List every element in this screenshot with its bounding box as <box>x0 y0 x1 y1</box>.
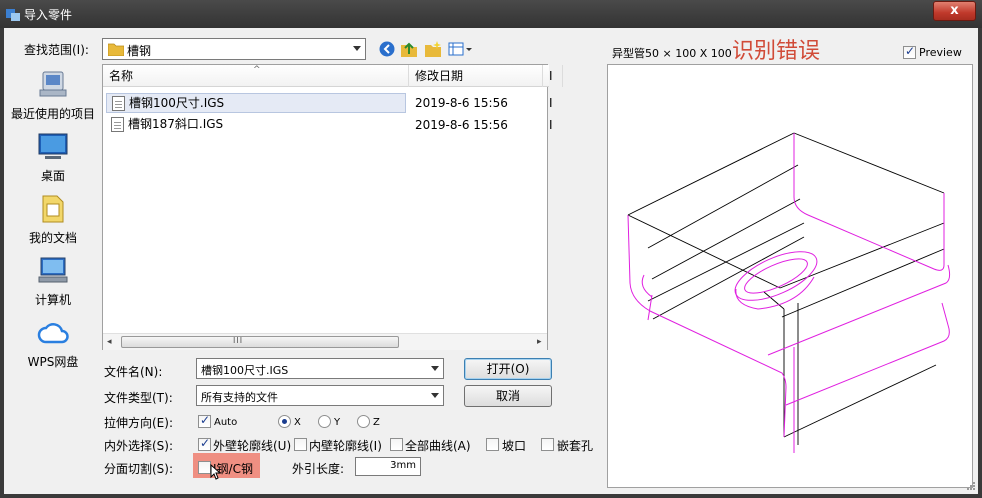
place-desktop[interactable]: 桌面 <box>4 132 102 184</box>
file-icon <box>112 96 125 111</box>
chevron-down-icon[interactable] <box>353 46 361 51</box>
filetype-label: 文件类型(T): <box>104 391 173 405</box>
recent-items-icon <box>39 71 67 97</box>
close-button[interactable]: x <box>933 1 976 21</box>
folder-icon <box>108 43 124 56</box>
all-curves-checkbox[interactable] <box>390 438 403 451</box>
scroll-left-icon[interactable]: ◂ <box>107 337 112 347</box>
x-label: X <box>294 417 301 428</box>
place-label: WPS网盘 <box>27 355 79 369</box>
file-icon <box>111 117 124 132</box>
groove-label: 坡口 <box>502 439 527 453</box>
scrollbar-thumb[interactable] <box>121 336 399 348</box>
file-name: 槽钢187斜口.IGS <box>128 117 224 131</box>
preview-checkbox[interactable] <box>903 44 916 59</box>
place-computer[interactable]: 计算机 <box>4 256 102 308</box>
look-in-value: 槽钢 <box>127 44 152 58</box>
all-curves-label: 全部曲线(A) <box>405 439 471 453</box>
outer-profile <box>627 133 951 453</box>
desktop-icon <box>38 133 68 159</box>
preview-caption: 异型管50 × 100 X 100 <box>612 47 732 60</box>
outer-contour-label: 外壁轮廓线(U) <box>213 437 291 454</box>
column-type[interactable]: I <box>543 65 563 87</box>
auto-checkbox[interactable] <box>198 413 211 428</box>
inner-contour-label: 内壁轮廓线(I) <box>309 439 382 453</box>
cancel-button[interactable]: 取消 <box>464 385 552 407</box>
new-folder-icon[interactable] <box>424 40 442 58</box>
horizontal-scrollbar[interactable]: ◂ III ▸ <box>103 333 547 350</box>
view-menu-icon[interactable] <box>448 40 474 58</box>
file-list[interactable]: 名称 ^ 修改日期 I 槽钢100尺寸.IGS 2019-8-6 15:56 I… <box>102 64 563 350</box>
place-label: 计算机 <box>34 293 71 307</box>
z-radio[interactable] <box>357 415 370 428</box>
x-radio[interactable] <box>278 415 291 428</box>
column-modified[interactable]: 修改日期 <box>409 65 543 87</box>
split-label: 分面切割(S): <box>104 462 174 476</box>
chevron-down-icon[interactable] <box>431 393 439 398</box>
dialog-body: 查找范围(I): 槽钢 最近使用的项目 桌面 我的文档 计算机 WPS网盘 名称… <box>4 28 978 494</box>
import-part-dialog: 导入零件 x 查找范围(I): 槽钢 最近使用的项目 桌面 我的文档 计算机 W… <box>0 0 982 498</box>
file-name-cell[interactable]: 槽钢100尺寸.IGS <box>106 93 406 113</box>
mouse-pointer-icon <box>210 464 222 480</box>
up-folder-icon[interactable] <box>400 40 418 58</box>
preview-panel <box>607 64 973 488</box>
place-recent[interactable]: 最近使用的项目 <box>4 70 102 122</box>
annotation-text: 识别错误 <box>732 39 821 64</box>
filetype-value: 所有支持的文件 <box>201 391 278 404</box>
inout-label: 内外选择(S): <box>104 439 174 453</box>
part-preview-drawing <box>627 132 951 453</box>
outer-contour-checkbox[interactable] <box>198 436 211 451</box>
nested-hole-label: 嵌套孔 <box>557 439 594 453</box>
title-bar[interactable]: 导入零件 x <box>0 0 982 28</box>
groove-checkbox[interactable] <box>486 438 499 451</box>
scrollbar-grip: III <box>233 336 244 345</box>
filename-value: 槽钢100尺寸.IGS <box>201 364 289 377</box>
file-row[interactable]: 槽钢187斜口.IGS 2019-8-6 15:56 I <box>103 114 553 136</box>
chevron-down-icon[interactable] <box>431 366 439 371</box>
filename-label: 文件名(N): <box>104 365 163 379</box>
back-icon[interactable] <box>378 40 396 58</box>
sort-ascending-icon: ^ <box>253 65 261 75</box>
z-label: Z <box>373 417 380 428</box>
place-wps-cloud[interactable]: WPS网盘 <box>4 318 102 370</box>
resize-grip-icon[interactable] <box>964 480 976 492</box>
look-in-combo[interactable]: 槽钢 <box>102 38 366 60</box>
place-label: 最近使用的项目 <box>10 107 95 121</box>
extension-length-label: 外引长度: <box>292 462 345 476</box>
place-label: 我的文档 <box>28 231 77 245</box>
look-in-label: 查找范围(I): <box>24 43 89 57</box>
filetype-combo[interactable]: 所有支持的文件 <box>196 385 444 406</box>
file-name-cell[interactable]: 槽钢187斜口.IGS <box>106 115 406 135</box>
extension-length-value: 3mm <box>390 460 416 471</box>
documents-icon <box>42 195 64 223</box>
scroll-right-icon[interactable]: ▸ <box>537 337 542 347</box>
cloud-icon <box>37 323 69 344</box>
extension-length-input[interactable]: 3mm <box>355 457 421 476</box>
y-radio[interactable] <box>318 415 331 428</box>
file-name: 槽钢100尺寸.IGS <box>129 96 225 110</box>
file-list-header: 名称 ^ 修改日期 I <box>103 65 563 87</box>
nested-hole-checkbox[interactable] <box>541 438 554 451</box>
column-name-label: 名称 <box>109 69 134 83</box>
open-button[interactable]: 打开(O) <box>464 358 552 380</box>
file-row[interactable]: 槽钢100尺寸.IGS 2019-8-6 15:56 I <box>103 92 553 114</box>
file-type: I <box>549 118 553 132</box>
file-date: 2019-8-6 15:56 <box>415 96 508 110</box>
outer-contour-text: 外壁轮廓线(U) <box>213 439 292 453</box>
place-label: 桌面 <box>40 169 65 183</box>
computer-icon <box>38 257 68 283</box>
place-documents[interactable]: 我的文档 <box>4 194 102 246</box>
file-date: 2019-8-6 15:56 <box>415 118 508 132</box>
auto-label: Auto <box>214 417 238 428</box>
y-label: Y <box>334 417 341 428</box>
column-name[interactable]: 名称 ^ <box>103 65 409 87</box>
stretch-direction-label: 拉伸方向(E): <box>104 416 173 430</box>
inner-contour-checkbox[interactable] <box>294 438 307 451</box>
filename-combo[interactable]: 槽钢100尺寸.IGS <box>196 358 444 379</box>
preview-label: Preview <box>919 46 962 59</box>
file-type: I <box>549 96 553 110</box>
window-title: 导入零件 <box>24 8 73 22</box>
app-icon <box>6 9 20 21</box>
